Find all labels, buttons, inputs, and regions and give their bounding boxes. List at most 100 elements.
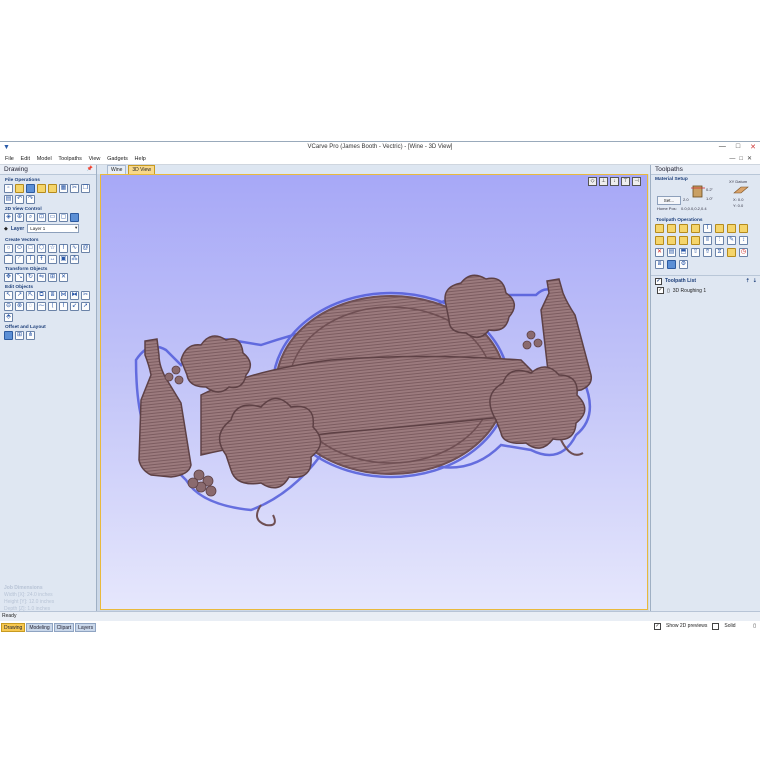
tab-drawing[interactable]: Drawing	[1, 623, 26, 632]
weld-icon[interactable]: ⧓	[70, 291, 79, 300]
curve-icon[interactable]: ∿	[70, 244, 79, 253]
zoom-in-icon[interactable]: ⊕	[15, 213, 24, 222]
polygon-icon[interactable]: ⬡	[37, 244, 46, 253]
mirror-icon[interactable]: ⇋	[37, 273, 46, 282]
trim-curve-icon[interactable]: ↙	[70, 302, 79, 311]
fillet-edit-icon[interactable]: ➚	[81, 302, 90, 311]
prism-toolpath-icon[interactable]	[727, 224, 736, 233]
node-edit-icon[interactable]: ↗	[15, 291, 24, 300]
arc-icon[interactable]: ⌒	[4, 255, 13, 264]
circle-icon[interactable]: ○	[4, 244, 13, 253]
roughing-toolpath-icon[interactable]	[679, 236, 688, 245]
toolpath-list-item[interactable]: ✓ ▯ 3D Roughing 1	[651, 286, 760, 295]
save-gcode-icon[interactable]	[667, 260, 676, 269]
pin-icon[interactable]: 📌	[87, 165, 93, 174]
star-icon[interactable]: ☆	[48, 244, 57, 253]
menu-view[interactable]: View	[89, 154, 101, 164]
summary-icon[interactable]: ▤	[667, 248, 676, 257]
zoom-extents-icon[interactable]: ◈	[4, 213, 13, 222]
nesting-icon[interactable]: ⋔	[26, 331, 35, 340]
distort-icon[interactable]: ✕	[59, 273, 68, 282]
cut-icon[interactable]: ✂	[70, 184, 79, 193]
import-vectors-icon[interactable]	[37, 184, 46, 193]
xy-datum-icon[interactable]	[731, 185, 749, 195]
clock-icon[interactable]: ◷	[739, 248, 748, 257]
mdi-restore-button[interactable]: □	[739, 156, 747, 162]
tool-database-icon[interactable]: ⧈	[655, 260, 664, 269]
layer-dropdown[interactable]: Layer 1	[27, 224, 80, 233]
ellipse-icon[interactable]: ⬭	[15, 244, 24, 253]
preview-toolpath-icon[interactable]: ✎	[727, 236, 736, 245]
tab-wine[interactable]: Wine	[107, 165, 127, 174]
toolpath-checkbox[interactable]: ✓	[657, 287, 664, 294]
paste-icon[interactable]: ▤	[4, 195, 13, 204]
trim-icon[interactable]: ✂	[81, 291, 90, 300]
time-estimate-icon[interactable]	[727, 248, 736, 257]
offset-icon[interactable]	[4, 331, 13, 340]
text-icon[interactable]: T	[26, 255, 35, 264]
moulding-toolpath-icon[interactable]	[655, 236, 664, 245]
import-bitmap-icon[interactable]	[48, 184, 57, 193]
toolpath-list-checkbox[interactable]: ✓	[655, 277, 662, 285]
tab-clipart[interactable]: Clipart	[53, 623, 75, 632]
tab-modeling[interactable]: Modeling	[26, 623, 53, 632]
scatter-icon[interactable]: ⁂	[70, 255, 79, 264]
join-icon[interactable]: ⋈	[59, 291, 68, 300]
move-icon[interactable]: ✥	[4, 273, 13, 282]
mdi-minimize-button[interactable]: —	[729, 156, 739, 162]
align-icon[interactable]: ⊞	[48, 273, 57, 282]
job-setup-icon[interactable]: ▦	[59, 184, 68, 193]
reset-preview-icon[interactable]: ↕	[739, 236, 748, 245]
menu-help[interactable]: Help	[135, 154, 146, 164]
menu-gadgets[interactable]: Gadgets	[107, 154, 128, 164]
menu-toolpaths[interactable]: Toolpaths	[58, 154, 82, 164]
array-copy-icon[interactable]: ⊞	[15, 331, 24, 340]
menu-model[interactable]: Model	[37, 154, 52, 164]
text-on-curve-icon[interactable]: Ŧ	[37, 255, 46, 264]
ungroup-icon[interactable]: ⧈	[48, 291, 57, 300]
menu-file[interactable]: File	[5, 154, 14, 164]
fit-view-icon[interactable]: ▭	[48, 213, 57, 222]
spiral-icon[interactable]: @	[81, 244, 90, 253]
pocket-toolpath-icon[interactable]	[667, 224, 676, 233]
show-2d-previews-checkbox[interactable]: ✓	[654, 622, 661, 630]
save-toolpath-icon[interactable]: ⬒	[679, 248, 688, 257]
wrap-toolpath-icon[interactable]: ⧖	[715, 248, 724, 257]
panel-toggle-icon[interactable]: ▯	[753, 623, 756, 629]
view-3d-icon[interactable]	[70, 213, 79, 222]
vcarve-toolpath-icon[interactable]	[691, 224, 700, 233]
save-file-icon[interactable]	[26, 184, 35, 193]
intersect-icon[interactable]: ⊗	[15, 302, 24, 311]
extend-icon[interactable]: ⟨	[48, 302, 57, 311]
curve-fit-icon[interactable]: ⁓	[37, 302, 46, 311]
mdi-close-button[interactable]: ✕	[747, 156, 756, 162]
close-button[interactable]: ✕	[750, 143, 756, 151]
move-up-icon[interactable]: ⇡	[746, 278, 750, 284]
zoom-box-icon[interactable]: ⌕	[26, 213, 35, 222]
solid-checkbox[interactable]	[712, 622, 720, 630]
offset-curve-icon[interactable]: ⬘	[4, 313, 13, 322]
dimension-icon[interactable]: ↔	[48, 255, 57, 264]
rotate-icon[interactable]: ↻	[26, 273, 35, 282]
profile-toolpath-icon[interactable]	[655, 224, 664, 233]
3d-viewport[interactable]: ◇ ⊥ ↓ ⊤ ⊣	[100, 174, 648, 610]
close-vector-icon[interactable]: ◌	[26, 302, 35, 311]
select-icon[interactable]: ↖	[4, 291, 13, 300]
fluting-toolpath-icon[interactable]	[715, 224, 724, 233]
bitmap-trace-icon[interactable]: ▣	[59, 255, 68, 264]
zoom-selected-icon[interactable]: ⊡	[37, 213, 46, 222]
toolpath-database-icon[interactable]: ⇧	[691, 248, 700, 257]
inlay-toolpath-icon[interactable]	[739, 224, 748, 233]
new-file-icon[interactable]: ▫	[4, 184, 13, 193]
engrave-toolpath-icon[interactable]: T	[703, 224, 712, 233]
smooth-icon[interactable]: ⌇	[59, 302, 68, 311]
undo-icon[interactable]: ↶	[15, 195, 24, 204]
maximize-button[interactable]: □	[736, 143, 740, 151]
view-2d-icon[interactable]: ▢	[59, 213, 68, 222]
group-icon[interactable]: ⧉	[37, 291, 46, 300]
rectangle-icon[interactable]: □	[26, 244, 35, 253]
tab-layers[interactable]: Layers	[75, 623, 97, 632]
texture-toolpath-icon[interactable]	[667, 236, 676, 245]
copy-icon[interactable]: ❐	[81, 184, 90, 193]
menu-edit[interactable]: Edit	[21, 154, 30, 164]
